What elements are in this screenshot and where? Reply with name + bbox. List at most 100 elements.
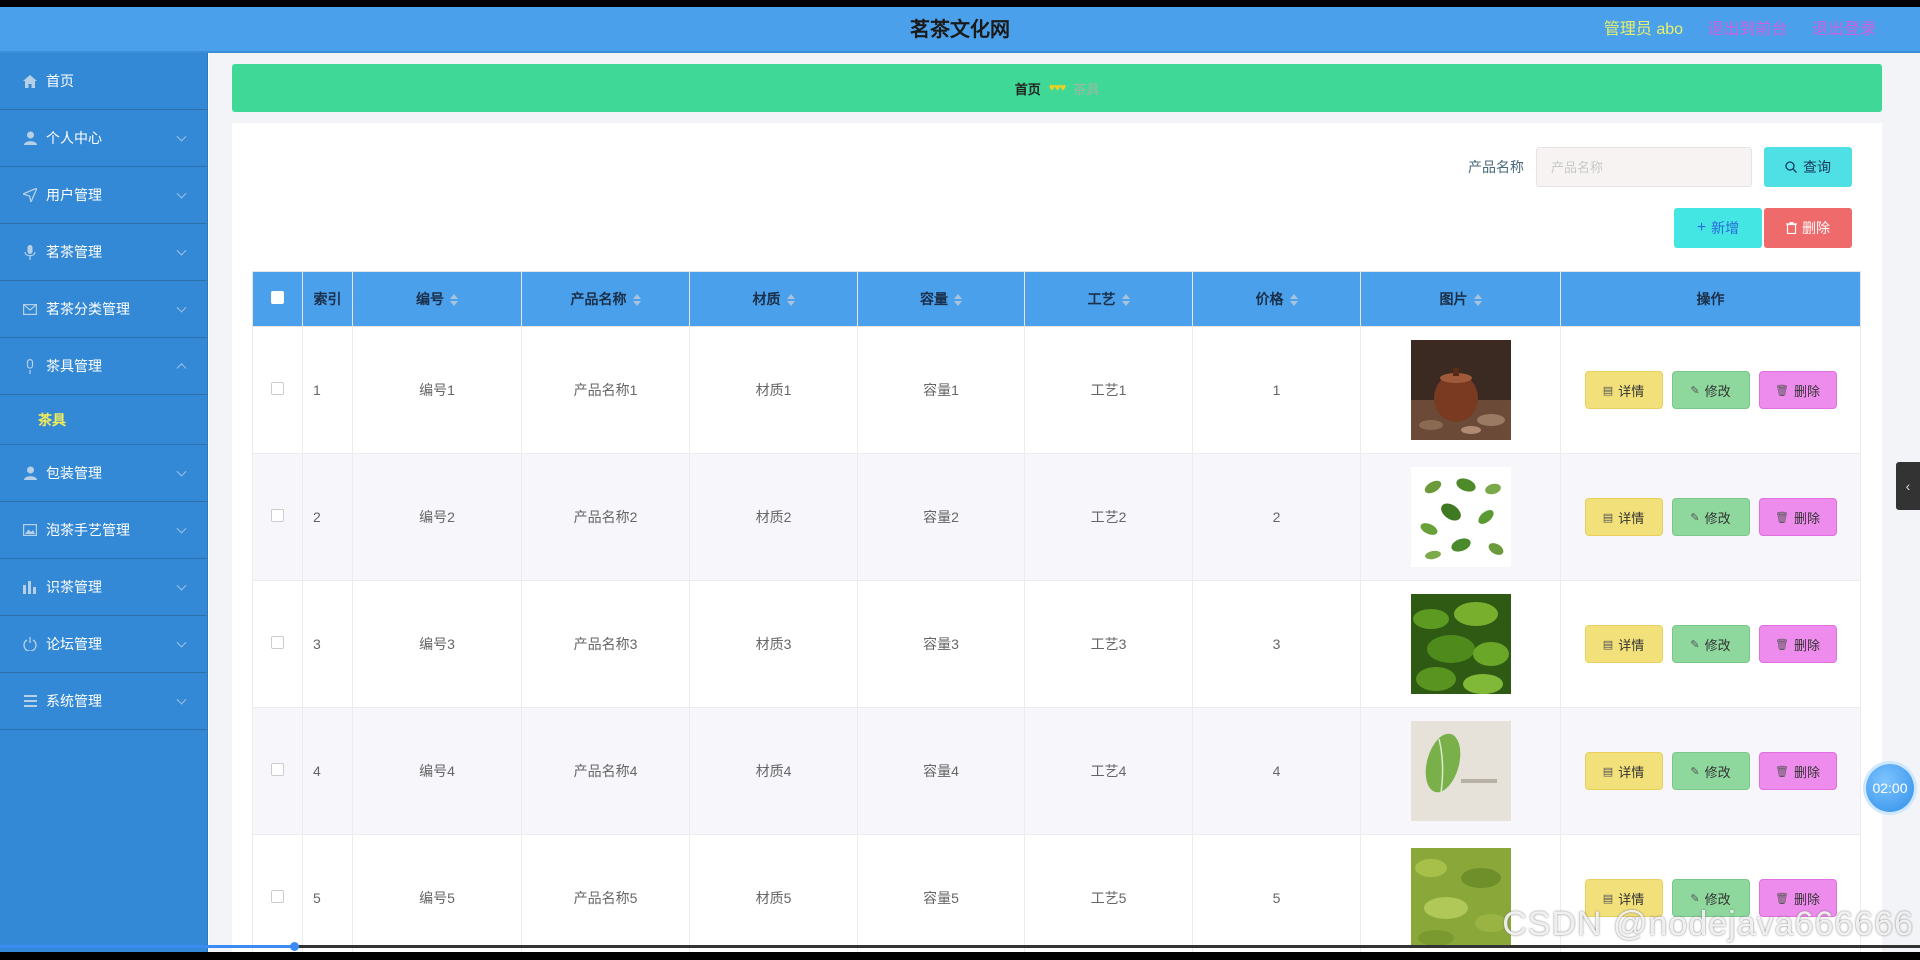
admin-label: 管理员 abo (1603, 21, 1684, 38)
sidebar-item-system[interactable]: 系统管理 (0, 673, 207, 730)
actions-cell: ▤ 详情 ✎ 修改 🗑︎ 删除 (1560, 707, 1861, 835)
breadcrumb-current: 茶具 (1073, 81, 1100, 97)
logout-link[interactable]: 退出登录 (1812, 21, 1876, 38)
collapse-panel-handle[interactable]: ‹ (1896, 462, 1920, 510)
edit-button[interactable]: ✎ 修改 (1671, 371, 1750, 409)
index-cell: 5 (302, 834, 353, 952)
column-header[interactable]: 图片 (1360, 271, 1561, 327)
row-checkbox[interactable] (271, 382, 284, 395)
delete-label: 删除 (1793, 510, 1820, 526)
sidebar-item-packaging[interactable]: 包装管理 (0, 445, 207, 502)
sort-icon[interactable] (450, 294, 458, 307)
batch-delete-button[interactable]: 删除 (1764, 208, 1852, 248)
sidebar-item-forum[interactable]: 论坛管理 (0, 616, 207, 673)
delete-label: 删除 (1793, 383, 1820, 399)
sidebar-item-label: 论坛管理 (46, 636, 102, 652)
sort-icon[interactable] (632, 294, 641, 307)
plus-icon: + (1696, 219, 1707, 236)
column-header[interactable]: 产品名称 (521, 271, 690, 327)
price-cell: 4 (1192, 707, 1361, 835)
pencil-icon: ✎ (1690, 511, 1700, 524)
column-header-label: 容量 (920, 291, 948, 307)
sidebar-item-label: 包装管理 (46, 465, 102, 481)
sidebar-item-label: 茶具 (38, 411, 66, 428)
teaware-photo (1410, 340, 1511, 440)
column-header-label: 索引 (313, 291, 342, 307)
sidebar-item-teaware-management[interactable]: 茶具管理 (0, 338, 207, 395)
sort-icon[interactable] (1473, 294, 1482, 307)
craft-cell: 工艺1 (1024, 326, 1193, 454)
column-header-label: 图片 (1439, 291, 1468, 307)
column-header[interactable]: 工艺 (1024, 271, 1193, 327)
table-row: 1 编号1 产品名称1 材质1 容量1 工艺1 1 ▤ 详情 ✎ 修改 🗑︎ 删… (252, 326, 1861, 454)
product-name-cell: 产品名称5 (521, 834, 690, 952)
index-cell: 4 (302, 707, 353, 835)
column-header[interactable]: 编号 (352, 271, 522, 327)
material-cell: 材质2 (689, 453, 858, 581)
breadcrumb-home[interactable]: 首页 (1015, 79, 1041, 98)
edit-label: 修改 (1704, 383, 1731, 399)
sidebar-item-tea-identification[interactable]: 识茶管理 (0, 559, 207, 616)
delete-button[interactable]: 🗑︎ 删除 (1758, 498, 1837, 536)
tea-leaf-logo-photo (1410, 721, 1511, 821)
chevron-down-icon (176, 580, 187, 591)
sort-icon[interactable] (1289, 294, 1298, 307)
row-checkbox[interactable] (271, 890, 284, 903)
back-to-front-link[interactable]: 退出到前台 (1708, 21, 1788, 38)
detail-button[interactable]: ▤ 详情 (1584, 752, 1663, 790)
sidebar-item-home[interactable]: 首页 (0, 53, 207, 110)
chevron-down-icon (176, 466, 187, 477)
edit-button[interactable]: ✎ 修改 (1671, 625, 1750, 663)
tea-plant-photo (1410, 594, 1511, 694)
row-select-cell (252, 834, 303, 952)
document-icon: ▤ (1602, 638, 1614, 651)
edit-label: 修改 (1704, 637, 1731, 653)
chevron-down-icon (176, 523, 187, 534)
search-bar: 产品名称 查询 (1468, 147, 1852, 187)
sidebar-item-tea-category[interactable]: 茗茶分类管理 (0, 281, 207, 338)
delete-button[interactable]: 🗑︎ 删除 (1758, 752, 1837, 790)
sidebar-item-brewing-craft[interactable]: 泡茶手艺管理 (0, 502, 207, 559)
row-actions: ▤ 详情 ✎ 修改 🗑︎ 删除 (1561, 371, 1860, 409)
craft-cell: 工艺5 (1024, 834, 1193, 952)
sort-icon[interactable] (1121, 294, 1130, 307)
select-all-checkbox[interactable] (271, 291, 284, 304)
column-header[interactable]: 价格 (1192, 271, 1361, 327)
picture-icon (22, 522, 38, 538)
detail-button[interactable]: ▤ 详情 (1584, 498, 1663, 536)
detail-button[interactable]: ▤ 详情 (1584, 371, 1663, 409)
sort-icon[interactable] (786, 294, 795, 307)
teaware-table: 索引 编号 产品名称 材质 容量 工艺 价格 图片 操作 1 编号1 产品名称1… (252, 271, 1861, 952)
sidebar-subitem-teaware[interactable]: 茶具 (0, 395, 207, 445)
sidebar-item-label: 茗茶管理 (46, 244, 102, 260)
edit-button[interactable]: ✎ 修改 (1671, 752, 1750, 790)
row-checkbox[interactable] (271, 636, 284, 649)
query-button[interactable]: 查询 (1764, 147, 1852, 187)
delete-button[interactable]: 🗑︎ 删除 (1758, 625, 1837, 663)
progress-fill (0, 945, 296, 948)
row-checkbox[interactable] (271, 509, 284, 522)
sort-icon[interactable] (954, 294, 962, 307)
column-header[interactable]: 容量 (857, 271, 1025, 327)
sidebar-item-tea-management[interactable]: 茗茶管理 (0, 224, 207, 281)
delete-button[interactable]: 🗑︎ 删除 (1758, 371, 1837, 409)
chevron-down-icon (176, 637, 187, 648)
row-select-cell (252, 580, 303, 708)
progress-knob[interactable] (290, 942, 299, 951)
actions-cell: ▤ 详情 ✎ 修改 🗑︎ 删除 (1560, 453, 1861, 581)
product-name-search-input[interactable] (1536, 147, 1752, 187)
tea-leaves-photo (1410, 467, 1511, 567)
detail-button[interactable]: ▤ 详情 (1584, 625, 1663, 663)
edit-button[interactable]: ✎ 修改 (1671, 498, 1750, 536)
timer-badge[interactable]: 02:00 (1866, 764, 1914, 812)
video-progress-bar[interactable] (0, 942, 1920, 951)
row-checkbox[interactable] (271, 763, 284, 776)
sidebar-item-personal-center[interactable]: 个人中心 (0, 110, 207, 167)
sidebar-item-label: 首页 (46, 73, 74, 89)
sidebar-item-user-management[interactable]: 用户管理 (0, 167, 207, 224)
column-header[interactable]: 材质 (689, 271, 858, 327)
column-header-label: 编号 (416, 291, 444, 307)
pencil-icon: ✎ (1690, 892, 1700, 905)
add-button[interactable]: + 新增 (1674, 208, 1762, 248)
image-cell (1360, 453, 1561, 581)
